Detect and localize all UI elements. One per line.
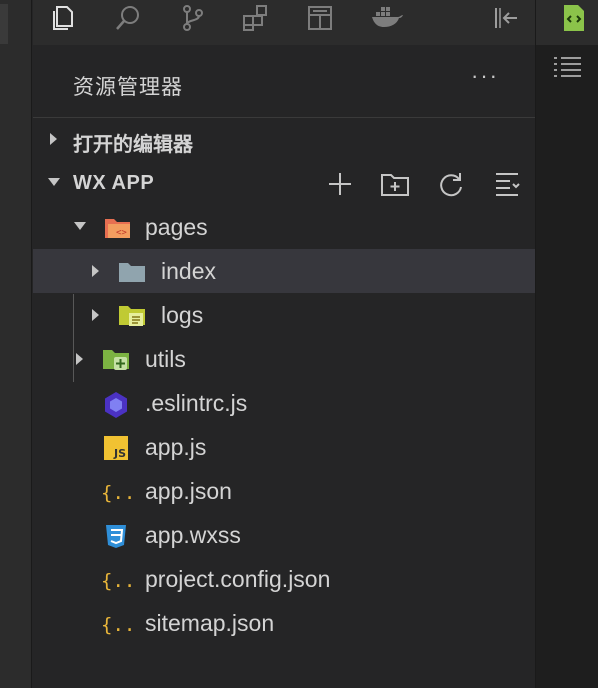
collapse-panel-icon[interactable] [490, 2, 522, 34]
tree-item-label: app.js [145, 434, 207, 460]
svg-text:{..}: {..} [101, 570, 131, 592]
json-file-icon: {..} [101, 567, 131, 593]
svg-text:<>: <> [116, 228, 127, 238]
left-strip-tab[interactable] [0, 4, 8, 44]
collapse-all-icon [496, 173, 520, 196]
js-file-icon: JS [101, 435, 131, 461]
layout-icon[interactable] [304, 2, 336, 34]
pages-folder-icon: <> [103, 215, 133, 241]
tree-item-sitemap[interactable]: {..} sitemap.json [33, 601, 535, 645]
explorer-title: 资源管理器 [73, 75, 183, 99]
tree-item-label: sitemap.json [145, 610, 275, 636]
source-control-icon[interactable] [177, 2, 209, 34]
tree-item-label: .eslintrc.js [145, 390, 248, 416]
project-section-header[interactable]: WX APP [33, 161, 535, 205]
explorer-panel: 资源管理器 ··· 打开的编辑器 WX APP <> pages index l… [33, 45, 535, 688]
wxml-file-icon[interactable] [562, 4, 586, 32]
svg-text:{..}: {..} [101, 482, 131, 504]
refresh-icon [440, 173, 462, 197]
tree-item-label: utils [145, 346, 186, 372]
new-file-button[interactable] [325, 169, 355, 199]
tree-item-index[interactable]: index [33, 249, 535, 293]
new-folder-button[interactable] [380, 169, 410, 199]
tree-item-pages[interactable]: <> pages [33, 205, 535, 249]
chevron-down-icon [74, 222, 86, 230]
tree-item-utils[interactable]: utils [33, 337, 535, 381]
plus-icon [329, 173, 351, 195]
editor-right-column [535, 0, 598, 688]
tree-item-label: index [161, 258, 216, 284]
editor-tab-strip [536, 0, 598, 45]
chevron-right-icon [50, 133, 57, 145]
eslint-icon [101, 391, 131, 418]
tree-item-app-json[interactable]: {..} app.json [33, 469, 535, 513]
project-label: WX APP [73, 172, 155, 194]
open-editors-label: 打开的编辑器 [73, 132, 193, 156]
files-icon[interactable] [47, 2, 79, 34]
utils-folder-icon [101, 347, 131, 373]
chevron-right-icon [76, 353, 83, 365]
chevron-down-icon [48, 178, 60, 186]
outline-list-icon[interactable] [553, 56, 583, 80]
css-file-icon [101, 523, 131, 549]
activity-bar [33, 0, 535, 45]
json-file-icon: {..} [101, 611, 131, 637]
tree-item-label: app.wxss [145, 522, 241, 548]
tree-item-label: pages [145, 214, 208, 240]
tree-item-eslintrc[interactable]: .eslintrc.js [33, 381, 535, 425]
tree-item-label: app.json [145, 478, 232, 504]
tree-item-app-wxss[interactable]: app.wxss [33, 513, 535, 557]
tree-item-label: project.config.json [145, 566, 331, 592]
svg-text:JS: JS [113, 447, 126, 460]
open-editors-section[interactable]: 打开的编辑器 [33, 117, 535, 161]
new-folder-icon [381, 174, 409, 196]
refresh-button[interactable] [436, 169, 466, 199]
tree-item-logs[interactable]: logs [33, 293, 535, 337]
chevron-right-icon [92, 265, 99, 277]
docker-icon[interactable] [367, 2, 407, 34]
chevron-right-icon [92, 309, 99, 321]
extensions-icon[interactable] [240, 2, 272, 34]
tree-item-project-config[interactable]: {..} project.config.json [33, 557, 535, 601]
tree-item-label: logs [161, 302, 204, 328]
json-file-icon: {..} [101, 479, 131, 505]
svg-text:{..}: {..} [101, 614, 131, 636]
collapse-all-button[interactable] [492, 169, 522, 199]
tree-item-app-js[interactable]: JS app.js [33, 425, 535, 469]
indent-guide [73, 294, 74, 382]
logs-folder-icon [117, 303, 147, 329]
more-actions-button[interactable]: ··· [471, 63, 499, 89]
folder-icon [117, 259, 147, 285]
ide-window: 资源管理器 ··· 打开的编辑器 WX APP <> pages index l… [0, 0, 598, 688]
left-editor-strip [0, 0, 32, 688]
search-icon[interactable] [112, 2, 144, 34]
